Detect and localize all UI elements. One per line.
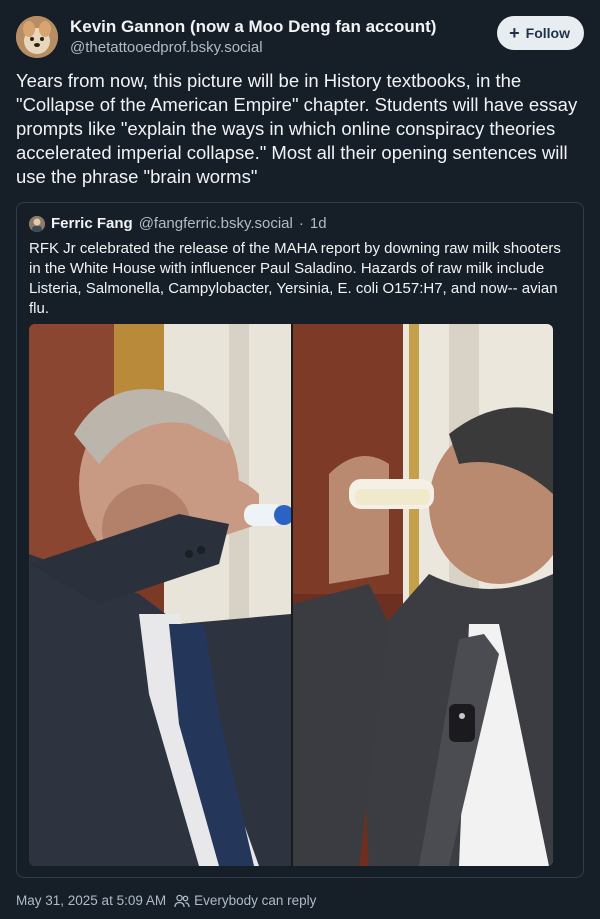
- post-thread-view: Kevin Gannon (now a Moo Deng fan account…: [0, 0, 600, 919]
- post-body-text: Years from now, this picture will be in …: [16, 70, 578, 187]
- reply-setting-label: Everybody can reply: [194, 893, 317, 908]
- post-footer: May 31, 2025 at 5:09 AM Everybody can re…: [16, 893, 316, 908]
- reply-setting[interactable]: Everybody can reply: [174, 893, 316, 908]
- follow-button[interactable]: + Follow: [497, 16, 584, 50]
- quoted-author-avatar: [29, 215, 45, 232]
- people-icon: [174, 894, 190, 907]
- author-info: Kevin Gannon (now a Moo Deng fan account…: [70, 16, 436, 58]
- quoted-post-text: RFK Jr celebrated the release of the MAH…: [29, 240, 561, 317]
- follow-button-label: Follow: [525, 25, 570, 41]
- post-timestamp[interactable]: May 31, 2025 at 5:09 AM: [16, 893, 166, 908]
- quoted-post-card[interactable]: Ferric Fang @fangferric.bsky.social · 1d…: [16, 202, 584, 878]
- quoted-time-ago: 1d: [309, 215, 327, 232]
- quoted-author-name: Ferric Fang: [51, 215, 133, 232]
- plus-icon: +: [509, 23, 520, 43]
- quoted-author-handle: @fangferric.bsky.social: [138, 215, 293, 232]
- person-avatar-icon: [29, 215, 45, 232]
- quoted-separator: ·: [298, 215, 304, 232]
- dog-avatar-icon: [16, 16, 58, 58]
- quoted-post-header: Ferric Fang @fangferric.bsky.social · 1d: [29, 215, 327, 232]
- author-handle[interactable]: @thetattooedprof.bsky.social: [70, 38, 436, 58]
- author-avatar[interactable]: [16, 16, 58, 58]
- author-display-name[interactable]: Kevin Gannon (now a Moo Deng fan account…: [70, 16, 436, 38]
- quoted-post-photo[interactable]: [29, 324, 553, 866]
- photo-two-men-drinking-milk: [29, 324, 553, 866]
- post-header: Kevin Gannon (now a Moo Deng fan account…: [16, 14, 584, 60]
